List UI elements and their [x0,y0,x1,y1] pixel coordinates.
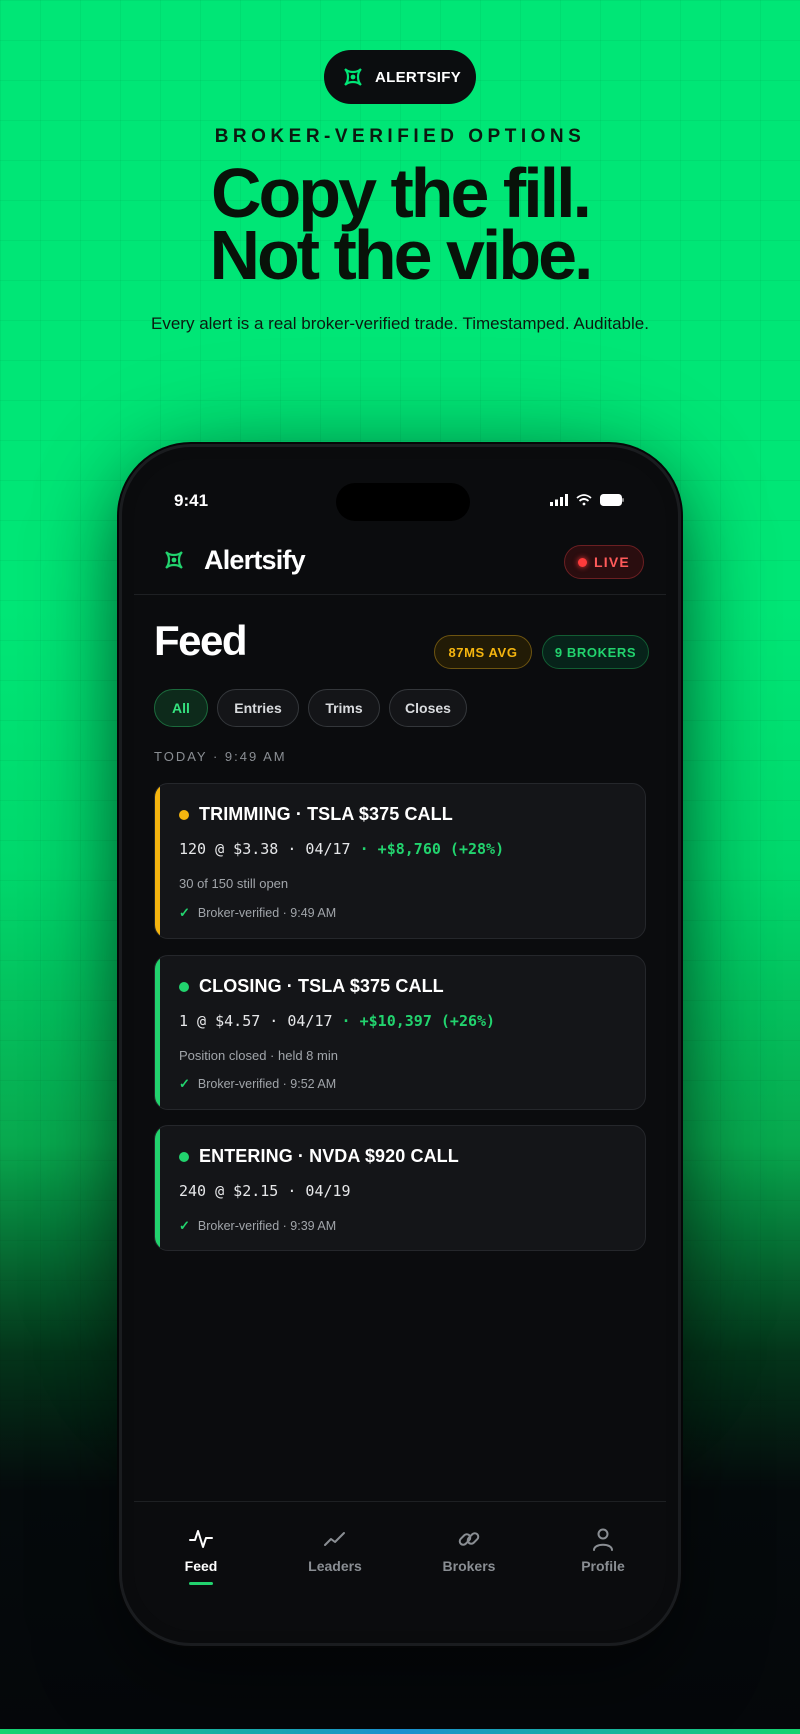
tab-profile[interactable]: Profile [536,1526,666,1574]
app-header: Alertsify LIVE [134,529,666,595]
filter-trims[interactable]: Trims [308,689,380,727]
card-header: ENTERING · NVDA $920 CALL [179,1146,459,1167]
link-icon [402,1526,536,1552]
wifi-icon [576,493,592,511]
card-title: CLOSING · TSLA $375 CALL [199,976,444,996]
tab-label: Feed [184,1558,218,1574]
tab-feed[interactable]: Feed [134,1526,268,1585]
dynamic-island [336,483,470,521]
card-trade: 120 @ $3.38 · 04/17 · +$8,760 (+28%) [179,840,504,858]
brand-badge: ALERTSIFY [324,50,476,104]
alertsify-logo-icon [339,63,367,91]
card-note: Position closed · held 8 min [179,1048,338,1063]
card-verified: ✓ Broker-verified · 9:39 AM [179,1218,336,1234]
filter-closes[interactable]: Closes [389,689,467,727]
tab-leaders[interactable]: Leaders [268,1526,402,1574]
brand-badge-label: ALERTSIFY [374,68,462,86]
check-icon: ✓ [179,905,190,920]
page-title: Feed [154,617,248,664]
card-verified: ✓ Broker-verified · 9:49 AM [179,905,336,921]
app-logo-icon [160,546,188,574]
brokers-badge: 9 BROKERS [542,635,649,669]
card-accent [155,784,160,938]
phone-frame: 9:41 Alertsify LIVE Feed 87MS AVG 9 BROK… [119,444,681,1646]
trade-detail: 240 @ $2.15 · 04/19 [179,1182,351,1200]
section-timestamp: TODAY · 9:49 AM [154,749,287,764]
card-note: 30 of 150 still open [179,876,289,891]
tab-label: Brokers [442,1558,496,1574]
battery-icon [600,493,624,511]
status-dot-icon [179,809,189,820]
check-icon: ✓ [179,1076,190,1091]
bottom-tab-bar: Feed Leaders Brokers Profile [134,1501,666,1631]
alert-card[interactable]: TRIMMING · TSLA $375 CALL 120 @ $3.38 · … [154,783,646,939]
hero-headline: Copy the fill. Not the vibe. [0,154,800,294]
status-time: 9:41 [174,491,209,510]
card-title: TRIMMING · TSLA $375 CALL [199,804,453,824]
tab-brokers[interactable]: Brokers [402,1526,536,1574]
filter-all[interactable]: All [154,689,208,727]
verified-label: Broker-verified · 9:49 AM [197,906,337,920]
card-accent [155,956,160,1109]
bottom-accent-bar [0,1729,800,1734]
user-icon [536,1526,666,1552]
live-label: LIVE [594,554,630,570]
app-name: Alertsify [204,545,306,575]
check-icon: ✓ [179,1218,190,1233]
trend-icon [268,1526,402,1552]
alert-card[interactable]: CLOSING · TSLA $375 CALL 1 @ $4.57 · 04/… [154,955,646,1110]
trade-pnl: · +$10,397 (+26%) [332,1012,496,1030]
alert-card[interactable]: ENTERING · NVDA $920 CALL 240 @ $2.15 · … [154,1125,646,1251]
status-dot-icon [179,981,189,992]
trade-detail: 120 @ $3.38 · 04/17 [179,840,351,858]
tab-label: Leaders [308,1558,362,1574]
card-header: CLOSING · TSLA $375 CALL [179,976,444,997]
filter-chips: All Entries Trims Closes [154,689,467,727]
latency-badge: 87MS AVG [434,635,532,669]
live-indicator[interactable]: LIVE [564,545,644,579]
hero-subhead: Every alert is a real broker-verified tr… [151,314,649,333]
headline-line-2: Not the vibe. [209,216,593,294]
status-dot-icon [179,1151,189,1162]
trade-detail: 1 @ $4.57 · 04/17 [179,1012,333,1030]
status-icons [550,493,624,511]
card-verified: ✓ Broker-verified · 9:52 AM [179,1076,336,1092]
headline-line-1: Copy the fill. [211,154,592,232]
filter-entries[interactable]: Entries [217,689,299,727]
card-header: TRIMMING · TSLA $375 CALL [179,804,453,825]
trade-pnl: · +$8,760 (+28%) [350,840,505,858]
tab-label: Profile [581,1558,625,1574]
verified-label: Broker-verified · 9:52 AM [197,1077,337,1091]
verified-label: Broker-verified · 9:39 AM [197,1219,337,1233]
hero-eyebrow: BROKER-VERIFIED OPTIONS [214,126,586,147]
card-accent [155,1126,160,1250]
phone-screen: 9:41 Alertsify LIVE Feed 87MS AVG 9 BROK… [134,459,666,1631]
card-trade: 240 @ $2.15 · 04/19 [179,1182,351,1200]
active-tab-indicator [189,1582,213,1585]
card-title: ENTERING · NVDA $920 CALL [199,1146,459,1166]
signal-icon [550,493,568,511]
activity-icon [134,1526,268,1552]
live-dot-icon [578,557,588,567]
card-trade: 1 @ $4.57 · 04/17 · +$10,397 (+26%) [179,1012,495,1030]
